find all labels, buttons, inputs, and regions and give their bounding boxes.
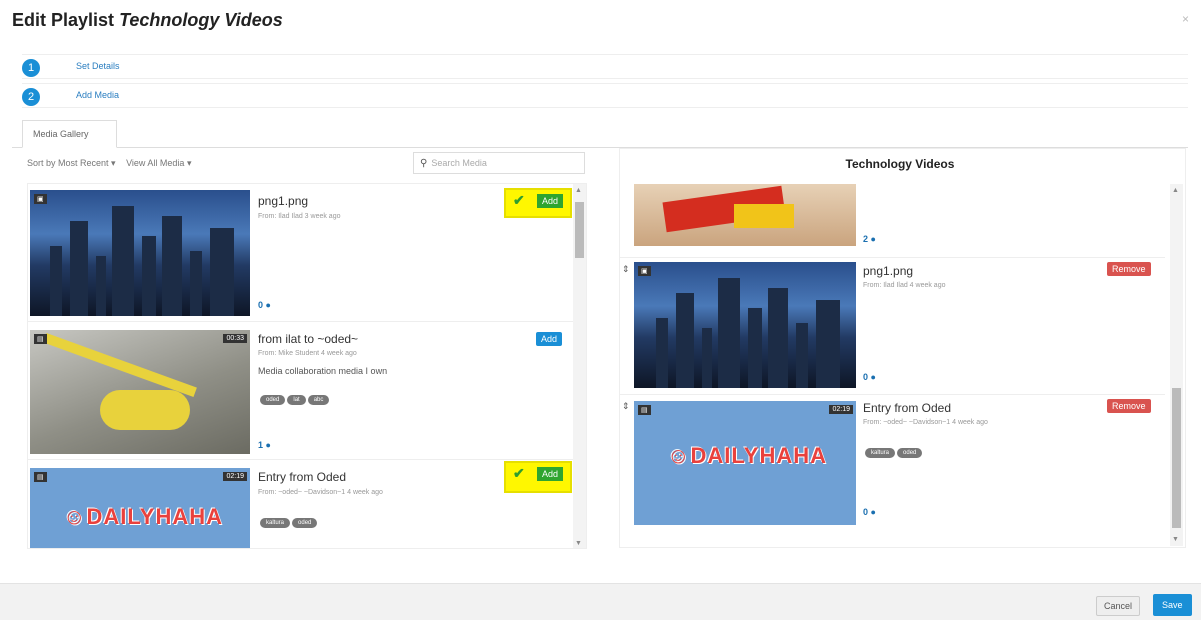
scrollbar-thumb[interactable]: [1172, 388, 1181, 528]
comment-icon: ●: [870, 507, 876, 517]
tag[interactable]: kaltura: [260, 518, 291, 528]
comment-count: 0 ●: [863, 372, 876, 382]
list-item[interactable]: ▤ 00:33 from ilat to ~oded~ From: Mike S…: [28, 322, 573, 460]
remove-button[interactable]: Remove: [1107, 399, 1151, 413]
tab-media-gallery[interactable]: Media Gallery: [22, 120, 117, 148]
video-type-icon: ▤: [34, 334, 47, 344]
tag-list: kaltura oded: [865, 441, 924, 459]
scroll-down-icon[interactable]: ▼: [575, 540, 582, 547]
tag-list: kaltura oded: [260, 511, 319, 529]
dailyhaha-logo: ☺DAILYHAHA: [667, 443, 827, 468]
search-icon: ⚲: [420, 158, 428, 169]
step-add-media[interactable]: 2 Add Media: [22, 83, 1188, 108]
playlist-item[interactable]: ⇕ ☺DAILYHAHA ▤ 02:19 Entry from Oded Fro…: [620, 395, 1165, 545]
step-number: 1: [22, 59, 40, 77]
list-item[interactable]: ☺DAILYHAHA ▤ 02:19 Entry from Oded From:…: [28, 460, 573, 548]
media-thumbnail[interactable]: ☺DAILYHAHA ▤ 02:19: [30, 468, 250, 548]
title-prefix: Edit Playlist: [12, 10, 115, 30]
search-input[interactable]: ⚲ Search Media: [413, 152, 585, 174]
comment-count: 0 ●: [258, 300, 271, 310]
drag-handle-icon[interactable]: ⇕: [622, 401, 630, 412]
media-meta: From: Ilad Ilad 3 week ago: [258, 213, 341, 220]
save-button[interactable]: Save: [1153, 594, 1192, 616]
media-thumbnail[interactable]: ▣: [30, 190, 250, 316]
comment-icon: ●: [265, 440, 271, 450]
tag-list: oded lat abc: [260, 388, 331, 406]
media-meta: From: Ilad Ilad 4 week ago: [863, 282, 946, 289]
check-icon: ✔: [513, 192, 525, 208]
close-icon[interactable]: ×: [1182, 12, 1189, 26]
tag[interactable]: oded: [897, 448, 923, 458]
media-meta: From: ~oded~ ~Davidson~1 4 week ago: [863, 419, 988, 426]
sort-toolbar: Sort by Most Recent ▾ View All Media ▾: [27, 158, 199, 169]
add-button[interactable]: Add: [537, 194, 564, 208]
step-number: 2: [22, 88, 40, 106]
playlist-panel: Technology Videos 2 ● ⇕ ▣ png1.png From:…: [619, 148, 1186, 548]
add-button[interactable]: Add: [537, 467, 564, 481]
comment-count: 2 ●: [863, 234, 876, 244]
check-icon: ✔: [513, 465, 525, 481]
comment-count: 1 ●: [258, 440, 271, 450]
playlist-title: Technology Videos: [845, 157, 955, 171]
media-thumbnail[interactable]: ☺DAILYHAHA ▤ 02:19: [634, 401, 856, 525]
step-set-details[interactable]: 1 Set Details: [22, 54, 1188, 79]
sort-dropdown[interactable]: Sort by Most Recent ▾: [27, 158, 116, 168]
cancel-button[interactable]: Cancel: [1096, 596, 1141, 616]
tag[interactable]: oded: [292, 518, 318, 528]
scroll-up-icon[interactable]: ▲: [575, 187, 582, 194]
gallery-scrollbar[interactable]: ▲ ▼: [573, 184, 586, 548]
tag[interactable]: kaltura: [865, 448, 896, 458]
step-label[interactable]: Add Media: [76, 90, 119, 100]
drag-handle-icon[interactable]: ⇕: [622, 264, 630, 275]
media-thumbnail[interactable]: ▤ 00:33: [30, 330, 250, 454]
scroll-up-icon[interactable]: ▲: [1172, 187, 1179, 194]
remove-button[interactable]: Remove: [1107, 262, 1151, 276]
media-title[interactable]: Entry from Oded: [258, 470, 346, 484]
image-type-icon: ▣: [638, 266, 651, 276]
dialog-footer: [0, 583, 1201, 620]
comment-icon: ●: [870, 234, 876, 244]
media-title[interactable]: from ilat to ~oded~: [258, 332, 358, 346]
comment-count: 0 ●: [863, 507, 876, 517]
media-title[interactable]: png1.png: [863, 264, 913, 278]
tag[interactable]: oded: [260, 395, 286, 405]
playlist-scrollbar[interactable]: ▲ ▼: [1170, 184, 1183, 546]
media-title[interactable]: Entry from Oded: [863, 401, 951, 415]
duration-badge: 02:19: [223, 472, 247, 481]
playlist-item[interactable]: ⇕ ▣ png1.png From: Ilad Ilad 4 week ago …: [620, 258, 1165, 395]
dailyhaha-logo: ☺DAILYHAHA: [63, 504, 223, 529]
duration-badge: 00:33: [223, 334, 247, 343]
playlist-item[interactable]: 2 ●: [620, 184, 1165, 258]
media-meta: From: Mike Student 4 week ago: [258, 350, 357, 357]
scroll-down-icon[interactable]: ▼: [1172, 536, 1179, 543]
list-item[interactable]: ▣ png1.png From: Ilad Ilad 3 week ago 0 …: [28, 184, 573, 322]
media-gallery-list[interactable]: ▣ png1.png From: Ilad Ilad 3 week ago 0 …: [27, 183, 587, 549]
dialog-title: Edit Playlist Technology Videos: [12, 10, 283, 31]
tag[interactable]: abc: [307, 395, 330, 405]
add-button[interactable]: Add: [536, 332, 563, 346]
comment-icon: ●: [265, 300, 271, 310]
image-type-icon: ▣: [34, 194, 47, 204]
video-type-icon: ▤: [638, 405, 651, 415]
comment-icon: ●: [870, 372, 876, 382]
scrollbar-thumb[interactable]: [575, 202, 584, 258]
add-highlight: ✔ Add: [504, 461, 572, 493]
duration-badge: 02:19: [829, 405, 853, 414]
video-type-icon: ▤: [34, 472, 47, 482]
add-highlight: ✔ Add: [504, 188, 572, 218]
media-thumbnail[interactable]: ▣: [634, 262, 856, 388]
media-description: Media collaboration media I own: [258, 366, 388, 376]
media-title[interactable]: png1.png: [258, 194, 308, 208]
search-placeholder: Search Media: [431, 158, 487, 168]
media-thumbnail[interactable]: [634, 184, 856, 246]
step-label[interactable]: Set Details: [76, 61, 120, 71]
filter-dropdown[interactable]: View All Media ▾: [126, 158, 191, 168]
tag[interactable]: lat: [287, 395, 306, 405]
media-meta: From: ~oded~ ~Davidson~1 4 week ago: [258, 489, 383, 496]
playlist-name: Technology Videos: [119, 10, 283, 30]
